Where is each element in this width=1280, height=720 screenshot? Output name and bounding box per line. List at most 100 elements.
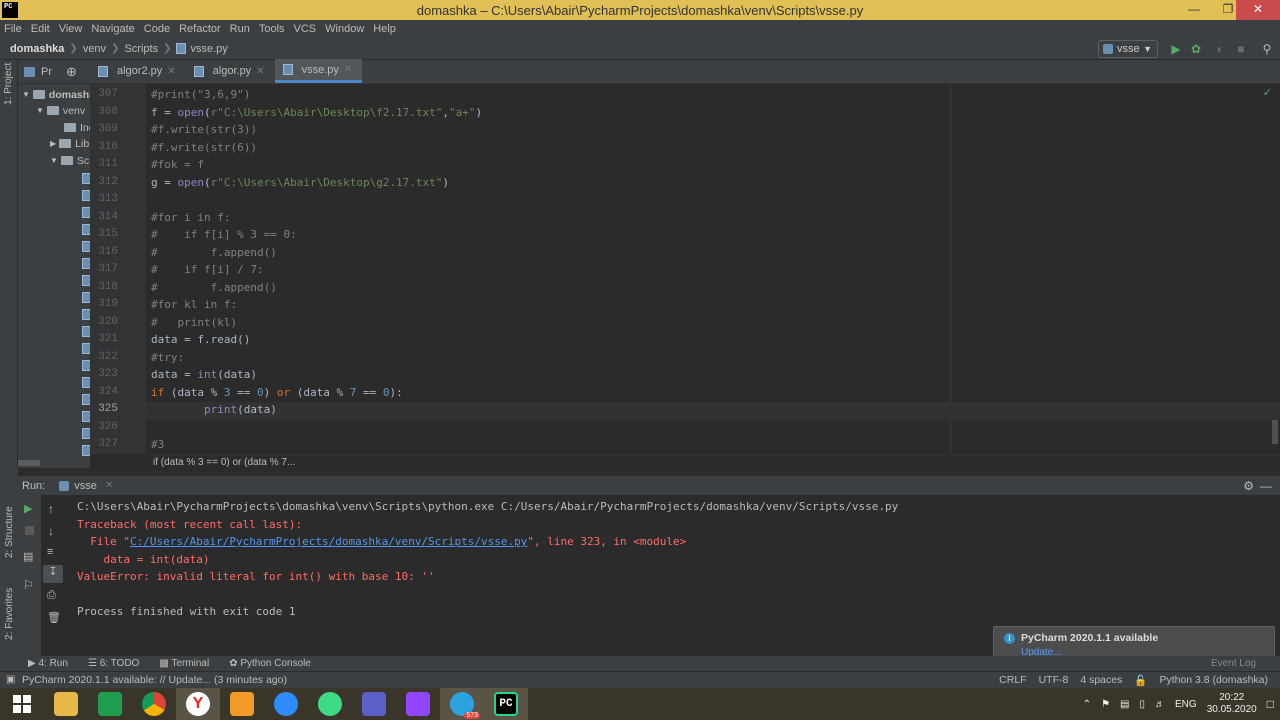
tree-item-include[interactable]: Inc [64,119,90,136]
tree-item-venv[interactable]: ▼ venv [36,102,85,119]
taskbar-teams[interactable] [352,688,396,720]
tree-item-file[interactable] [82,340,90,357]
gear-icon[interactable]: ⚙ [1243,479,1254,493]
menu-tools[interactable]: Tools [259,23,285,35]
tree-item-root[interactable]: ▼ domashk [22,86,90,103]
vertical-scrollbar[interactable] [1272,420,1278,444]
project-tool-button[interactable]: 1: Project [3,63,14,105]
tool-tab-terminal[interactable]: ▩ Terminal [159,658,209,669]
show-hidden-icons-icon[interactable]: ⌃ [1083,699,1091,710]
taskbar-chrome[interactable] [132,688,176,720]
tree-item-file[interactable] [82,187,90,204]
taskbar-pycharm[interactable]: PC [484,688,528,720]
tree-item-lib[interactable]: ▶ Lib [50,135,89,152]
tool-tab-todo[interactable]: ☰ 6: TODO [88,658,139,669]
menu-navigate[interactable]: Navigate [91,23,134,35]
close-tab-icon[interactable]: ✕ [256,66,264,77]
menu-refactor[interactable]: Refactor [179,23,221,35]
tree-item-file[interactable] [82,442,90,459]
soft-wrap-icon[interactable]: ≡ [47,546,53,558]
taskbar-explorer[interactable] [44,688,88,720]
status-message[interactable]: PyCharm 2020.1.1 available: // Update...… [22,674,287,686]
tree-item-file[interactable] [82,204,90,221]
code-breadcrumb[interactable]: if (data % 3 == 0) or (data % 7... [146,455,1280,469]
tree-item-file[interactable] [82,272,90,289]
run-configuration-select[interactable]: vsse ▼ [1098,40,1158,58]
run-icon[interactable]: ▶ [1169,42,1183,56]
tab-algor[interactable]: algor.py ✕ [186,59,275,83]
coverage-icon[interactable]: ◑ [1211,42,1225,56]
close-button[interactable]: ✕ [1236,0,1280,20]
menu-help[interactable]: Help [373,23,396,35]
menu-code[interactable]: Code [144,23,170,35]
pin-icon[interactable]: ⚐ [23,578,34,592]
interpreter-indicator[interactable]: Python 3.8 (domashka) [1159,674,1268,687]
tree-item-scripts[interactable]: ▼ Sc [50,152,89,169]
tree-item-file[interactable] [82,374,90,391]
traceback-file-link[interactable]: C:/Users/Abair/PycharmProjects/domashka/… [130,535,527,548]
tree-item-file[interactable] [82,289,90,306]
taskbar-zoom[interactable] [264,688,308,720]
close-tab-icon[interactable]: ✕ [167,66,175,77]
tab-algor2[interactable]: algor2.py ✕ [90,59,186,83]
locate-icon[interactable]: ⊕ [66,64,77,80]
rerun-icon[interactable]: ▶ [24,502,32,515]
menu-edit[interactable]: Edit [31,23,50,35]
search-icon[interactable]: ⚲ [1260,42,1274,56]
breadcrumb-scripts[interactable]: Scripts [124,43,158,55]
line-separator-indicator[interactable]: CRLF [999,674,1026,687]
menu-file[interactable]: File [4,23,22,35]
tree-item-file[interactable] [82,323,90,340]
breadcrumb-project[interactable]: domashka [10,43,64,55]
breadcrumb-file[interactable]: vsse.py [190,43,227,55]
taskbar-telegram[interactable]: 573 [440,688,484,720]
notifications-icon[interactable]: □ [1267,697,1274,711]
volume-icon[interactable]: ♬ [1155,699,1165,710]
keyboard-language[interactable]: ENG [1175,699,1197,710]
tree-item-file[interactable] [82,357,90,374]
project-view-icon[interactable] [24,66,35,77]
breadcrumb-venv[interactable]: venv [83,43,106,55]
project-view-select[interactable]: Pr [41,66,52,78]
event-log-tab[interactable]: Event Log [1211,658,1256,669]
code-editor[interactable]: #print("3,6,9") f = open(r"C:\Users\Abai… [146,84,1280,454]
taskbar-sublime[interactable] [220,688,264,720]
flag-icon[interactable]: ⚑ [1101,699,1110,710]
menu-window[interactable]: Window [325,23,364,35]
windows-start-button[interactable] [0,688,44,720]
tree-item-file[interactable] [82,238,90,255]
tool-tab-run[interactable]: ▶ 4: Run [28,658,68,669]
horizontal-scrollbar[interactable] [18,460,40,466]
tree-item-file[interactable] [82,408,90,425]
tree-item-file[interactable] [82,170,90,187]
status-toggle-icon[interactable]: ▣ [6,674,15,685]
taskbar-android-studio[interactable] [308,688,352,720]
minimize-button[interactable]: — [1180,0,1208,20]
menu-run[interactable]: Run [230,23,250,35]
debug-icon[interactable]: ✿ [1189,42,1203,56]
layout-icon[interactable]: ▤ [23,550,33,563]
lock-icon[interactable]: 🔓 [1134,674,1147,687]
trash-icon[interactable]: 🗑 [47,611,61,624]
stop-icon[interactable] [25,526,34,535]
tree-item-file[interactable] [82,425,90,442]
taskbar-twitch[interactable] [396,688,440,720]
favorites-tool-button[interactable]: 2: Favorites [4,588,15,640]
indent-indicator[interactable]: 4 spaces [1080,674,1122,687]
close-run-tab-icon[interactable]: ✕ [105,480,113,491]
tree-item-file[interactable] [82,255,90,272]
taskbar-yandex-browser[interactable]: Y [176,688,220,720]
tool-tab-python-console[interactable]: ✿ Python Console [229,658,311,669]
battery-icon[interactable]: ▯ [1140,699,1146,710]
encoding-indicator[interactable]: UTF-8 [1039,674,1069,687]
menu-vcs[interactable]: VCS [294,23,317,35]
close-tab-icon[interactable]: ✕ [344,64,352,75]
tab-vsse[interactable]: vsse.py ✕ [274,59,363,83]
arrow-down-icon[interactable]: ↓ [48,524,54,538]
scroll-to-end-icon[interactable]: ↧ [43,565,63,583]
tree-item-file[interactable] [82,391,90,408]
structure-tool-button[interactable]: 2: Structure [4,506,15,558]
clock[interactable]: 20:22 30.05.2020 [1207,692,1257,716]
network-icon[interactable]: ▤ [1120,699,1129,710]
arrow-up-icon[interactable]: ↑ [48,502,54,516]
